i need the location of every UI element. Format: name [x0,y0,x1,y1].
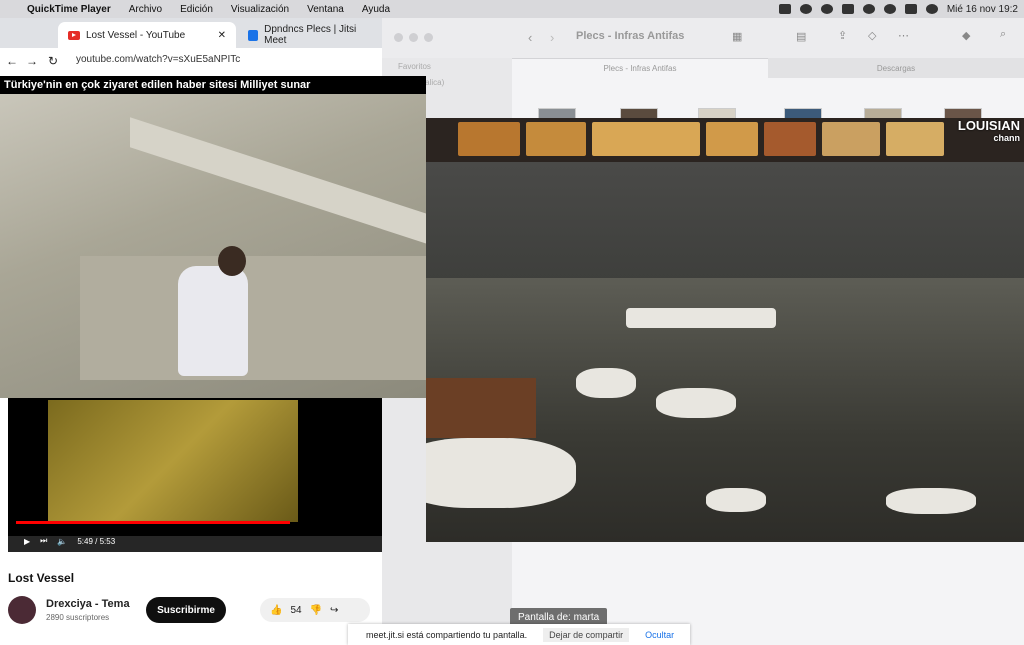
share-status-text: meet.jit.si está compartiendo tu pantall… [366,629,528,640]
tab-descargas[interactable]: Descargas [768,58,1024,78]
hide-button[interactable]: Ocultar [645,630,674,640]
dislike-icon[interactable]: 👎 [310,605,322,616]
menu-board [526,122,586,156]
tab-jitsi[interactable]: Dpndncs Plecs | Jitsi Meet [238,22,382,48]
video-debris [626,308,776,328]
volume-icon[interactable]: 🔈 [57,537,67,546]
share-icon[interactable]: ⇪ [838,29,847,42]
finder-toolbar: ‹ › Plecs - Infras Antifas ▦ ▤ ⇪ ◇ ⋯ ◆ ⌕ [382,18,1024,59]
sidebar-heading-favoritos: Favoritos [398,62,431,71]
control-center-icon[interactable] [904,4,917,14]
play-icon[interactable] [820,4,833,14]
share-icon[interactable]: ↪ [330,605,338,616]
news-banner: Türkiye'nin en çok ziyaret edilen haber … [0,76,426,94]
search-icon[interactable] [883,4,896,14]
more-icon[interactable]: ⋯ [898,29,909,42]
battery-icon[interactable] [841,4,854,14]
view-grid-icon[interactable]: ▦ [732,30,742,43]
next-button[interactable]: ⏭ [40,536,47,546]
tab-title: Dpndncs Plecs | Jitsi Meet [264,24,357,46]
search-icon[interactable]: ⌕ [1000,28,1006,41]
reload-icon[interactable]: ↻ [48,54,58,68]
channel-name[interactable]: Drexciya - Tema [46,598,130,610]
play-button[interactable]: ▶ [24,537,30,546]
dropbox-icon[interactable]: ◆ [962,29,970,42]
watermark-subtext: chann [993,133,1020,143]
quicktime-video[interactable]: LOUISIAN chann [426,118,1024,542]
close-icon[interactable]: ✕ [218,30,226,41]
time-display: 5:49 / 5:53 [77,536,116,546]
stop-sharing-button[interactable]: Dejar de compartir [543,627,630,642]
news-video[interactable]: Türkiye'nin en çok ziyaret edilen haber … [0,76,426,398]
window-controls [394,33,433,42]
channel-watermark: LOUISIAN chann [957,118,1020,144]
video-ceiling [426,118,1024,162]
screen-record-icon[interactable] [799,4,812,14]
tab-youtube[interactable]: Lost Vessel - YouTube ✕ [58,22,236,48]
forward-icon[interactable]: → [26,54,38,68]
subscribe-button[interactable]: Suscribirme [146,597,226,623]
close-window-icon[interactable] [394,33,403,42]
group-icon[interactable]: ▤ [796,30,806,43]
menu-ventana[interactable]: Ventana [298,4,353,15]
tab-plecs[interactable]: Plecs - Infras Antifas [512,58,768,78]
zoom-window-icon[interactable] [424,33,433,42]
menu-visualizacion[interactable]: Visualización [222,4,298,15]
url-field[interactable]: youtube.com/watch?v=sXuE5aNPITc [76,54,240,65]
tag-icon[interactable]: ◇ [868,29,876,42]
video-debris [656,388,736,418]
watermark-text: LOUISIAN [957,118,1020,133]
menu-board [764,122,816,156]
finder-title: Plecs - Infras Antifas [576,30,685,42]
menu-archivo[interactable]: Archivo [120,4,171,15]
back-icon[interactable]: ‹ [528,30,532,45]
forward-icon[interactable]: › [550,30,554,45]
wifi-icon[interactable] [862,4,875,14]
video-debris [576,368,636,398]
cctv-person-head [218,246,246,276]
minimize-window-icon[interactable] [409,33,418,42]
video-counter [426,378,536,438]
app-menu[interactable]: QuickTime Player [18,4,120,15]
menu-board [706,122,758,156]
tab-title: Lost Vessel - YouTube [86,29,186,41]
menu-board [886,122,944,156]
video-frame [48,400,298,522]
like-dislike-group: 👍 54 👎 ↪ [260,598,370,622]
back-icon[interactable]: ← [6,54,18,68]
video-debris [706,488,766,512]
video-title: Lost Vessel [8,571,75,585]
siri-icon[interactable] [925,4,938,14]
menu-ayuda[interactable]: Ayuda [353,4,399,15]
menu-bar: QuickTime Player Archivo Edición Visuali… [0,0,1024,18]
clock[interactable]: Mié 16 nov 19:2 [947,4,1018,15]
video-debris [426,438,576,508]
menu-board [592,122,700,156]
avatar[interactable] [8,596,36,624]
youtube-icon [68,30,80,40]
like-icon[interactable]: 👍 [270,605,282,616]
tab-bar: Lost Vessel - YouTube ✕ Dpndncs Plecs | … [0,18,382,48]
cctv-floor [80,256,426,380]
player-controls: ▶ ⏭ 🔈 5:49 / 5:53 [8,530,382,552]
menu-board [822,122,880,156]
subscriber-count: 2890 suscriptores [46,613,110,622]
video-debris [886,488,976,514]
screen-share-bar: meet.jit.si está compartiendo tu pantall… [348,624,690,645]
menu-board [458,122,520,156]
address-bar: ← → ↻ youtube.com/watch?v=sXuE5aNPITc [0,48,382,77]
jitsi-icon [248,29,259,41]
progress-bar[interactable] [16,521,290,524]
like-count: 54 [290,604,302,616]
dropbox-icon[interactable] [778,4,791,14]
cctv-person [178,266,248,376]
menu-edicion[interactable]: Edición [171,4,222,15]
